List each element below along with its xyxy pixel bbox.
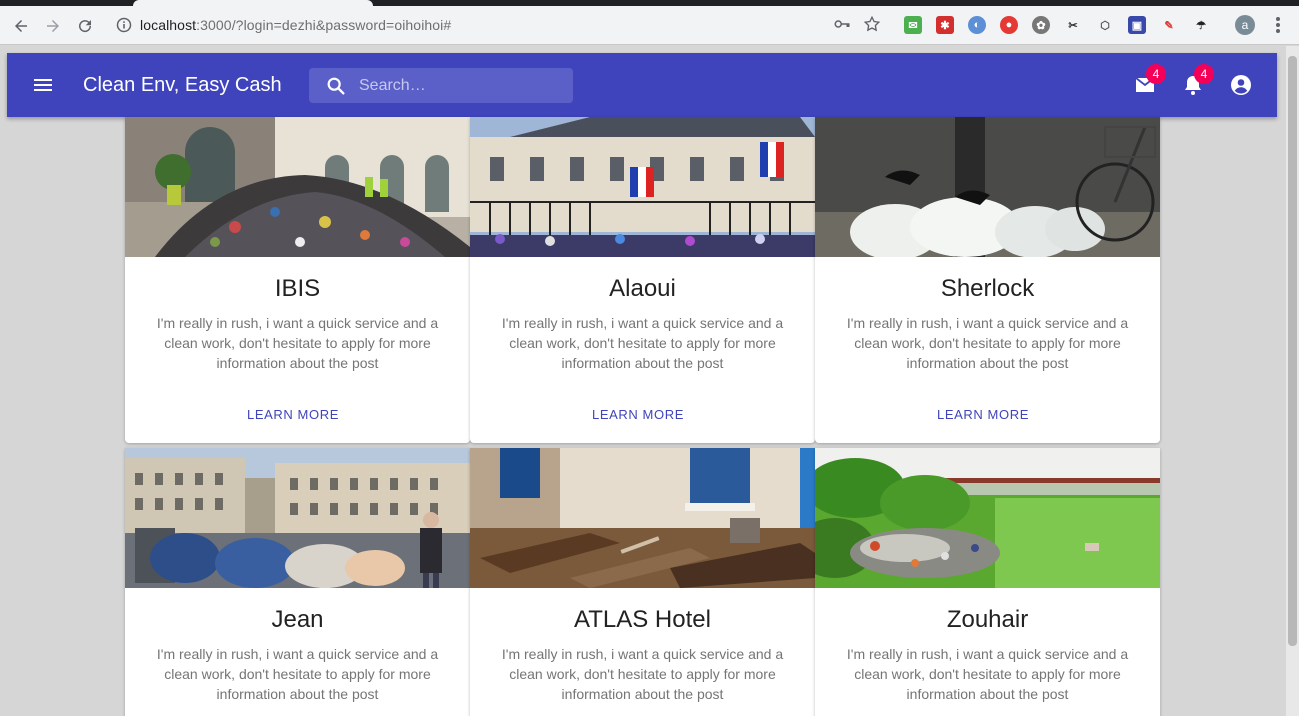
card-title: Jean [271, 606, 324, 633]
mail-badge: 4 [1146, 64, 1166, 84]
card-title: Zouhair [946, 606, 1029, 633]
post-card: Zouhair I'm really in rush, i want a qui… [815, 448, 1160, 716]
post-card: IBIS I'm really in rush, i want a quick … [125, 117, 470, 443]
url-path: :3000/?login=dezhi&password=oihoihoi# [196, 17, 452, 33]
post-card: ATLAS Hotel I'm really in rush, i want a… [470, 448, 815, 716]
url-host: localhost [140, 17, 197, 33]
extension-stop-icon[interactable]: ● [1000, 16, 1018, 34]
account-button[interactable] [1229, 73, 1253, 97]
card-description: I'm really in rush, i want a quick servi… [846, 646, 1129, 702]
extension-pencil-icon[interactable]: ✎ [1160, 16, 1178, 34]
bookmark-star-icon[interactable] [863, 15, 881, 33]
extension-globe-icon[interactable]: ◐ [968, 16, 986, 34]
card-title: IBIS [274, 275, 321, 302]
card-image [815, 448, 1160, 588]
extension-hex-icon[interactable]: ⬡ [1096, 16, 1114, 34]
post-card: Sherlock I'm really in rush, i want a qu… [815, 117, 1160, 443]
learn-more-button[interactable]: LEARN MORE [815, 407, 1160, 443]
card-description: I'm really in rush, i want a quick servi… [156, 646, 439, 702]
card-title: Sherlock [940, 275, 1035, 302]
search-box[interactable] [309, 68, 573, 103]
card-title: ATLAS Hotel [574, 606, 711, 633]
search-input[interactable] [359, 72, 559, 100]
card-description: I'm really in rush, i want a quick servi… [156, 315, 439, 371]
card-description: I'm really in rush, i want a quick servi… [501, 646, 784, 702]
browser-toolbar: localhost:3000/?login=dezhi&password=oih… [0, 6, 1299, 45]
address-bar[interactable]: localhost:3000/?login=dezhi&password=oih… [108, 10, 892, 40]
hamburger-menu-icon[interactable] [31, 73, 55, 97]
card-description: I'm really in rush, i want a quick servi… [846, 315, 1129, 371]
forward-icon[interactable] [41, 14, 65, 38]
back-icon[interactable] [9, 14, 33, 38]
notifications-button[interactable]: 4 [1181, 64, 1214, 97]
card-image [815, 117, 1160, 257]
notification-badge: 4 [1194, 64, 1214, 84]
mail-button[interactable]: 4 [1133, 64, 1166, 97]
page-viewport: Clean Env, Easy Cash 4 4 [0, 46, 1286, 716]
card-image [470, 117, 815, 257]
site-info-icon[interactable] [116, 17, 132, 33]
reload-icon[interactable] [73, 14, 97, 38]
url-text[interactable]: localhost:3000/?login=dezhi&password=oih… [140, 17, 451, 33]
post-card: Alaoui I'm really in rush, i want a quic… [470, 117, 815, 443]
extension-puzzle-icon[interactable]: ✱ [936, 16, 954, 34]
post-card: Jean I'm really in rush, i want a quick … [125, 448, 470, 716]
key-icon[interactable] [833, 15, 851, 33]
page-scrollbar[interactable] [1286, 46, 1299, 716]
card-description: I'm really in rush, i want a quick servi… [501, 315, 784, 371]
scrollbar-thumb[interactable] [1288, 56, 1297, 646]
card-image [470, 448, 815, 588]
extension-box-icon[interactable]: ▣ [1128, 16, 1146, 34]
card-title: Alaoui [609, 275, 676, 302]
card-image [125, 448, 470, 588]
extension-mail-icon[interactable]: ✉ [904, 16, 922, 34]
extension-gnome-icon[interactable]: ☂ [1192, 16, 1210, 34]
learn-more-button[interactable]: LEARN MORE [125, 407, 470, 443]
profile-avatar[interactable]: a [1235, 15, 1255, 35]
app-title: Clean Env, Easy Cash [83, 74, 282, 96]
extension-gear-icon[interactable]: ✿ [1032, 16, 1050, 34]
account-circle-icon [1231, 75, 1251, 95]
search-icon [327, 77, 345, 95]
card-image [125, 117, 470, 257]
extension-tools-icon[interactable]: ✂ [1064, 16, 1082, 34]
browser-menu-icon[interactable] [1270, 16, 1286, 34]
learn-more-button[interactable]: LEARN MORE [470, 407, 815, 443]
app-bar: Clean Env, Easy Cash 4 4 [7, 53, 1277, 117]
